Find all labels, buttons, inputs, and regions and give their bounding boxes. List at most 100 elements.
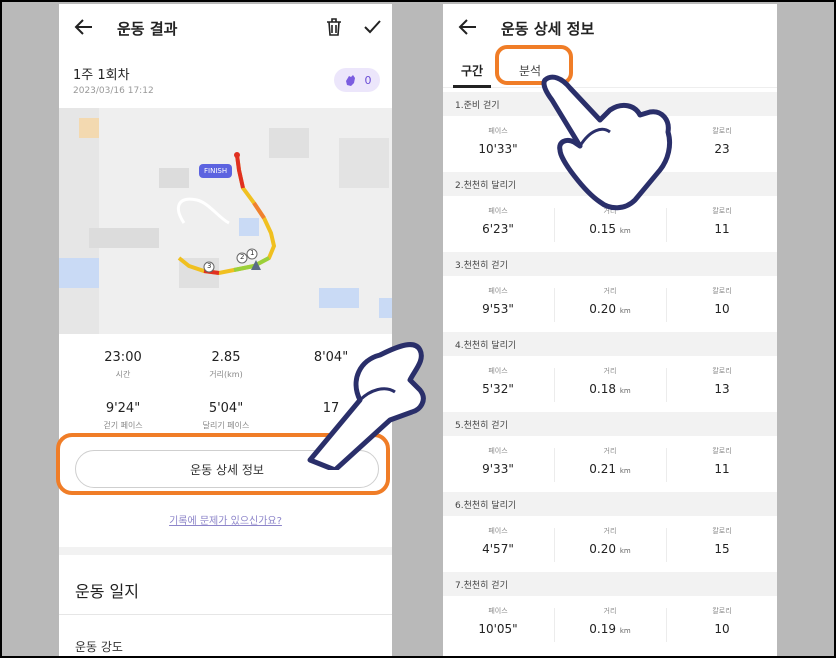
clap-count: 0 [364, 73, 372, 87]
unit-label: km [619, 627, 631, 635]
segment-calorie-label: 칼로리 [712, 207, 732, 215]
tab-segments[interactable]: 구간 [461, 62, 483, 79]
segment-calorie: 칼로리 13 [677, 366, 767, 396]
segment-calorie-value: 10 [714, 622, 730, 636]
page-title: 운동 상세 정보 [501, 20, 595, 38]
segment-calorie-value: 23 [714, 142, 730, 156]
route-map[interactable]: FINISH 1 2 3 [59, 108, 392, 334]
segment-pace: 페이스 5'32" [453, 366, 543, 396]
unit-label: km [619, 467, 631, 475]
segment-pace-value: 10'05" [478, 622, 518, 636]
segment-header: 7.천천히 걷기 [443, 572, 777, 596]
unit-label: km [619, 547, 631, 555]
back-arrow-icon[interactable] [457, 16, 479, 38]
active-tab-indicator [453, 85, 491, 88]
segment-calorie: 칼로리 11 [677, 446, 767, 476]
segment-distance-label: 거리 [603, 447, 617, 455]
segment-calorie-label: 칼로리 [712, 607, 732, 615]
stat-distance: 2.85 거리(km) [209, 350, 243, 379]
column-divider [554, 448, 555, 482]
segment-calorie: 칼로리 15 [677, 526, 767, 556]
segment-distance: 거리 0.20 km [565, 526, 655, 556]
route-marker: 1 [250, 249, 255, 257]
segment-pace-value: 9'33" [482, 462, 514, 476]
segment-distance-value: 0.20 km [589, 302, 631, 316]
segment-pace-label: 페이스 [488, 447, 508, 455]
segment-distance-value: 0.18 km [589, 382, 631, 396]
segment-distance: 거리 0.20 km [565, 286, 655, 316]
app-bar: 운동 결과 [59, 4, 392, 52]
column-divider [666, 368, 667, 402]
unit-label: km [619, 227, 631, 235]
check-icon[interactable] [361, 16, 383, 38]
segment-distance: 거리 0.19 km [565, 606, 655, 636]
pointing-hand-icon [541, 74, 673, 211]
segment-header: 3.천천히 걷기 [443, 252, 777, 276]
segment-header: 4.천천히 달리기 [443, 332, 777, 356]
segment-distance-value: 0.19 km [589, 622, 631, 636]
trash-icon[interactable] [323, 16, 345, 38]
segment-pace-label: 페이스 [488, 127, 508, 135]
segment-calorie: 칼로리 11 [677, 206, 767, 236]
stat-run-pace: 5'04" 달리기 페이스 [202, 401, 250, 430]
segment-distance-label: 거리 [603, 527, 617, 535]
segment-pace: 페이스 4'57" [453, 526, 543, 556]
column-divider [554, 288, 555, 322]
segment-pace-label: 페이스 [488, 527, 508, 535]
segment-calorie-value: 11 [714, 462, 730, 476]
segment-calorie: 칼로리 10 [677, 286, 767, 316]
stat-time: 23:00 시간 [104, 350, 142, 379]
segment-pace-label: 페이스 [488, 287, 508, 295]
back-arrow-icon[interactable] [73, 16, 95, 38]
segment-pace: 페이스 6'23" [453, 206, 543, 236]
segment-calorie-value: 13 [714, 382, 730, 396]
segment-pace-label: 페이스 [488, 607, 508, 615]
stat-walk-pace: 9'24" 걷기 페이스 [103, 401, 143, 430]
journal-item[interactable]: 운동 강도 [75, 638, 123, 655]
finish-label: FINISH [199, 164, 233, 178]
column-divider [554, 528, 555, 562]
segment-distance-value: 0.21 km [589, 462, 631, 476]
segment-pace-label: 페이스 [488, 207, 508, 215]
segment-calorie: 칼로리 10 [677, 606, 767, 636]
segment-calorie-label: 칼로리 [712, 287, 732, 295]
clap-button[interactable]: 0 [334, 68, 380, 92]
segment-calorie: 칼로리 23 [677, 126, 767, 156]
clap-icon [345, 75, 355, 86]
segment-distance-label: 거리 [603, 607, 617, 615]
segment-header: 5.천천히 걷기 [443, 412, 777, 436]
segment-distance-label: 거리 [603, 287, 617, 295]
segment-pace-value: 4'57" [482, 542, 514, 556]
segment-calorie-label: 칼로리 [712, 447, 732, 455]
segment-pace: 페이스 9'33" [453, 446, 543, 476]
route-path [176, 152, 277, 276]
segment-calorie-label: 칼로리 [712, 367, 732, 375]
divider [59, 614, 392, 615]
workout-journal-title: 운동 일지 [75, 582, 139, 601]
route-marker: 3 [207, 262, 212, 270]
column-divider [554, 608, 555, 642]
page-title: 운동 결과 [117, 20, 178, 38]
segment-pace-value: 6'23" [482, 222, 514, 236]
segment-pace-value: 10'33" [478, 142, 518, 156]
column-divider [666, 528, 667, 562]
segment-pace-value: 9'53" [482, 302, 514, 316]
column-divider [666, 608, 667, 642]
segment-pace: 페이스 10'05" [453, 606, 543, 636]
segment-distance-value: 0.15 km [589, 222, 631, 236]
report-issue-link[interactable]: 기록에 문제가 있으신가요? [59, 512, 392, 527]
column-divider [554, 368, 555, 402]
segment-pace-label: 페이스 [488, 367, 508, 375]
column-divider [666, 448, 667, 482]
route-marker: 2 [240, 253, 245, 261]
segment-calorie-value: 11 [714, 222, 730, 236]
segment-calorie-label: 칼로리 [712, 127, 732, 135]
segment-distance-value: 0.20 km [589, 542, 631, 556]
segment-pace: 페이스 9'53" [453, 286, 543, 316]
segment-pace-value: 5'32" [482, 382, 514, 396]
segment-calorie-label: 칼로리 [712, 527, 732, 535]
session-date: 2023/03/16 17:12 [73, 86, 154, 96]
segment-distance: 거리 0.21 km [565, 446, 655, 476]
pointing-hand-icon [307, 342, 426, 470]
column-divider [666, 288, 667, 322]
